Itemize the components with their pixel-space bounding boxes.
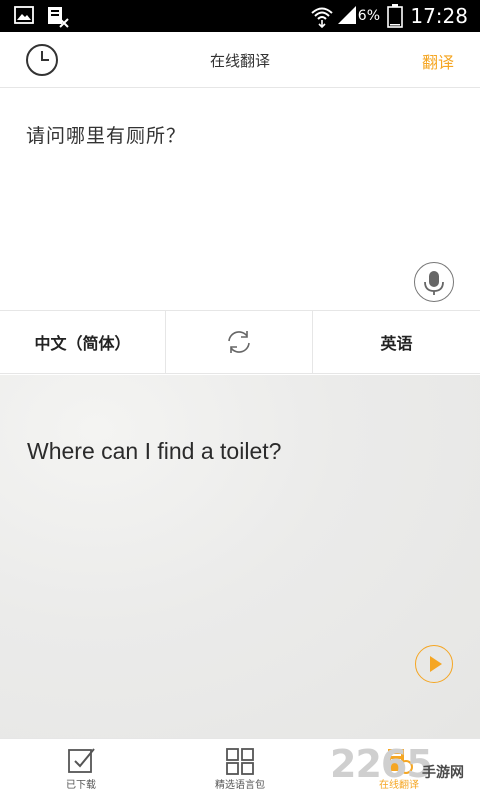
clock-icon <box>26 44 58 76</box>
language-selector-bar: 中文（简体） 英语 <box>0 310 480 374</box>
watermark-text: 手游网 <box>422 765 464 781</box>
translation-result-area: Where can I find a toilet? <box>0 375 480 738</box>
swap-languages-button[interactable] <box>166 311 313 373</box>
source-language-selector[interactable]: 中文（简体） <box>0 311 166 373</box>
ebook-notification-icon <box>48 7 69 28</box>
signal-icon <box>338 6 356 24</box>
play-audio-button[interactable] <box>415 645 453 683</box>
play-icon <box>429 655 442 672</box>
watermark-logo: 2265 <box>330 742 433 786</box>
nav-label-language-packs: 精选语言包 <box>215 780 265 791</box>
status-bar: 6% 17:28 <box>0 0 480 32</box>
nav-language-packs[interactable]: 精选语言包 <box>185 739 295 800</box>
nav-downloaded[interactable]: 已下载 <box>26 739 136 800</box>
source-text[interactable]: 请问哪里有厕所？ <box>26 121 186 148</box>
source-input-area[interactable]: 请问哪里有厕所？ <box>0 89 480 309</box>
history-button[interactable] <box>24 42 60 78</box>
translated-text: Where can I find a toilet? <box>27 438 282 464</box>
battery-percent: 6% <box>357 8 380 24</box>
swap-icon <box>228 331 250 353</box>
page-title: 在线翻译 <box>209 52 270 70</box>
battery-icon <box>387 4 403 28</box>
nav-label-downloaded: 已下载 <box>66 780 96 791</box>
clock: 17:28 <box>410 4 468 28</box>
translate-button[interactable]: 翻译 <box>422 49 454 73</box>
target-language-selector[interactable]: 英语 <box>313 311 480 373</box>
image-notification-icon <box>14 6 34 24</box>
wifi-icon <box>311 7 333 28</box>
grid-icon <box>226 748 254 775</box>
voice-input-button[interactable] <box>414 262 454 302</box>
app-header: 在线翻译 翻译 <box>0 32 480 88</box>
microphone-icon <box>423 270 444 295</box>
checkbox-icon <box>68 748 95 773</box>
